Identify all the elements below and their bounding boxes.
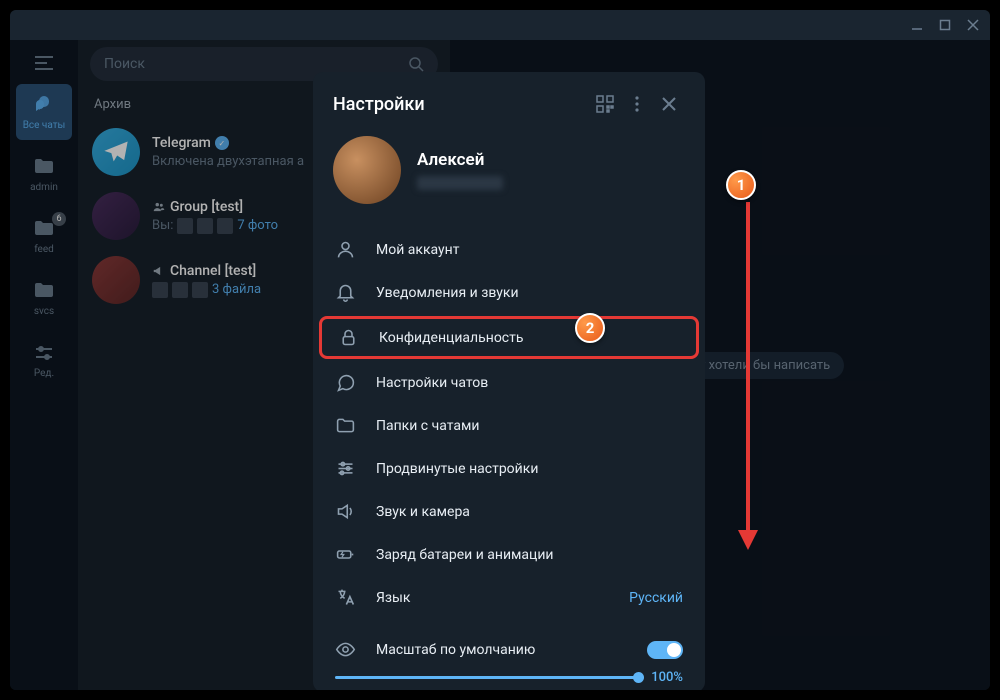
settings-list: Мой аккаунт Уведомления и звуки Конфиден… bbox=[313, 222, 705, 625]
settings-item-account[interactable]: Мой аккаунт bbox=[313, 228, 705, 271]
user-icon bbox=[335, 239, 356, 260]
battery-icon bbox=[335, 544, 356, 565]
annotation-arrow bbox=[733, 202, 763, 552]
settings-item-label: Конфиденциальность bbox=[379, 330, 523, 346]
maximize-button[interactable] bbox=[938, 18, 952, 32]
settings-item-folders[interactable]: Папки с чатами bbox=[313, 404, 705, 447]
settings-item-chat-settings[interactable]: Настройки чатов bbox=[313, 361, 705, 404]
scale-slider[interactable] bbox=[335, 676, 639, 679]
settings-item-notifications[interactable]: Уведомления и звуки bbox=[313, 271, 705, 314]
modal-title: Настройки bbox=[333, 94, 589, 115]
settings-item-label: Заряд батареи и анимации bbox=[376, 547, 554, 563]
close-modal-button[interactable] bbox=[653, 88, 685, 120]
settings-item-battery[interactable]: Заряд батареи и анимации bbox=[313, 533, 705, 576]
scale-label: Масштаб по умолчанию bbox=[376, 642, 627, 658]
settings-item-value: Русский bbox=[629, 590, 683, 606]
titlebar bbox=[10, 10, 990, 40]
lock-icon bbox=[338, 327, 359, 348]
settings-item-label: Язык bbox=[376, 590, 410, 606]
translate-icon bbox=[335, 587, 356, 608]
settings-item-label: Настройки чатов bbox=[376, 375, 488, 391]
annotation-badge-1: 1 bbox=[726, 170, 756, 200]
more-button[interactable] bbox=[621, 88, 653, 120]
qr-button[interactable] bbox=[589, 88, 621, 120]
modal-overlay[interactable]: Настройки Алексей Мой аккаунт bbox=[10, 40, 990, 690]
eye-icon bbox=[335, 639, 356, 660]
profile-row[interactable]: Алексей bbox=[313, 130, 705, 222]
settings-item-advanced[interactable]: Продвинутые настройки bbox=[313, 447, 705, 490]
bell-icon bbox=[335, 282, 356, 303]
settings-item-label: Уведомления и звуки bbox=[376, 285, 519, 301]
settings-item-label: Мой аккаунт bbox=[376, 242, 459, 258]
settings-item-sound-camera[interactable]: Звук и камера bbox=[313, 490, 705, 533]
chat-icon bbox=[335, 372, 356, 393]
close-button[interactable] bbox=[966, 18, 980, 32]
scale-setting: Масштаб по умолчанию 100% bbox=[313, 625, 705, 690]
modal-header: Настройки bbox=[313, 72, 705, 130]
minimize-button[interactable] bbox=[910, 18, 924, 32]
settings-item-language[interactable]: Язык Русский bbox=[313, 576, 705, 619]
settings-item-label: Папки с чатами bbox=[376, 418, 479, 434]
settings-item-label: Продвинутые настройки bbox=[376, 461, 538, 477]
annotation-badge-2: 2 bbox=[575, 313, 605, 343]
scale-value: 100% bbox=[651, 670, 683, 685]
profile-avatar bbox=[333, 136, 401, 204]
sliders-icon bbox=[335, 458, 356, 479]
scale-toggle[interactable] bbox=[647, 641, 683, 659]
settings-modal: Настройки Алексей Мой аккаунт bbox=[313, 72, 705, 690]
profile-phone-blurred bbox=[417, 176, 503, 190]
speaker-icon bbox=[335, 501, 356, 522]
app-window: Все чаты admin 6 feed svcs Ред. bbox=[10, 10, 990, 690]
settings-item-label: Звук и камера bbox=[376, 504, 470, 520]
settings-item-privacy[interactable]: Конфиденциальность bbox=[319, 316, 699, 359]
profile-name: Алексей bbox=[417, 150, 503, 170]
folder-icon bbox=[335, 415, 356, 436]
